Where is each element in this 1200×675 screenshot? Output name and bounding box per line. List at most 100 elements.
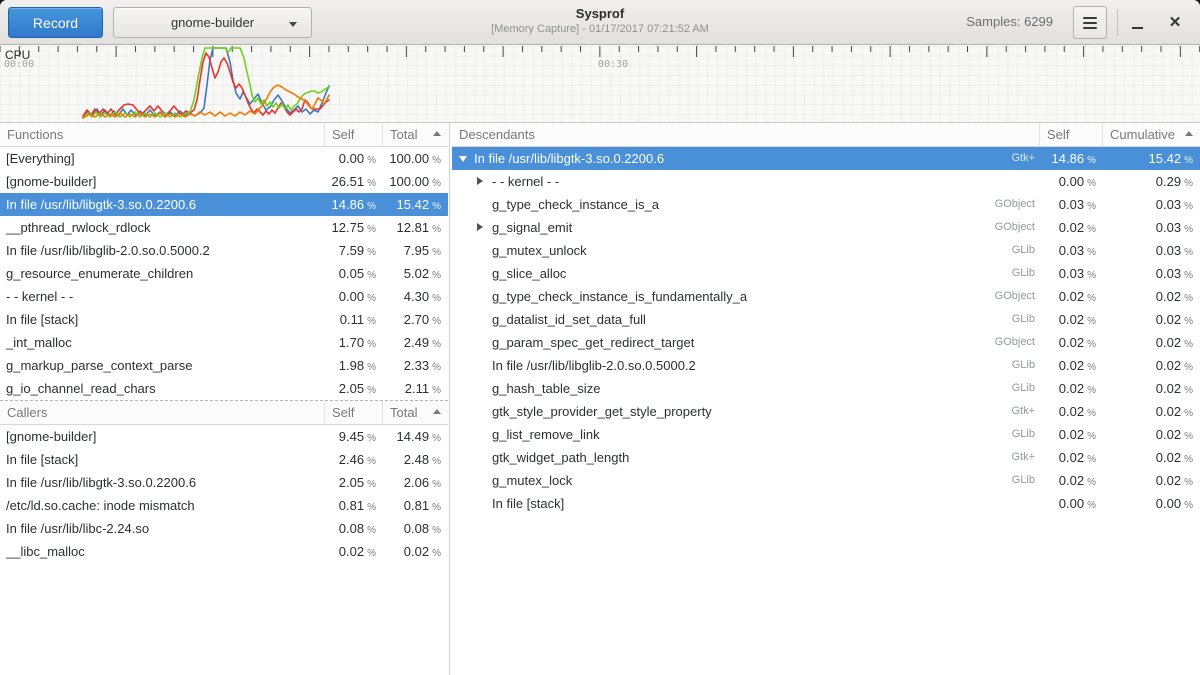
tree-row[interactable]: gtk_style_provider_get_style_propertyGtk…	[452, 400, 1200, 423]
headerbar-separator	[1117, 9, 1118, 36]
table-row[interactable]: g_io_channel_read_chars2.05%2.11%	[0, 377, 448, 400]
function-name: In file /usr/lib/libc-2.24.so	[0, 517, 325, 540]
function-name: In file /usr/lib/libglib-2.0.so.0.5000.2	[0, 239, 325, 262]
table-row[interactable]: g_markup_parse_context_parse1.98%2.33%	[0, 354, 448, 377]
triangle-expanded-icon[interactable]	[459, 156, 467, 162]
descendants-table-header: Descendants Self Cumulative	[452, 123, 1200, 147]
self-column-header[interactable]: Self	[325, 401, 383, 424]
tree-row[interactable]: g_hash_table_sizeGLib0.02%0.02%	[452, 377, 1200, 400]
sort-ascending-icon	[433, 409, 441, 414]
self-percent: 2.05%	[325, 377, 383, 400]
table-row[interactable]: [gnome-builder]26.51%100.00%	[0, 170, 448, 193]
function-name: In file /usr/lib/libgtk-3.so.0.2200.6	[0, 471, 325, 494]
table-row[interactable]: In file /usr/lib/libgtk-3.so.0.2200.62.0…	[0, 471, 448, 494]
close-button[interactable]: ✕	[1158, 6, 1192, 39]
menu-button[interactable]	[1073, 6, 1107, 39]
table-row[interactable]: _int_malloc1.70%2.49%	[0, 331, 448, 354]
self-percent: 0.00%	[325, 147, 383, 170]
tree-row[interactable]: gtk_widget_path_lengthGtk+0.02%0.02%	[452, 446, 1200, 469]
time-label: 00:30	[598, 59, 628, 70]
self-percent: 0.02%	[1040, 423, 1103, 446]
function-name: In file [stack]	[0, 448, 325, 471]
tree-row[interactable]: g_mutex_unlockGLib0.03%0.03%	[452, 239, 1200, 262]
right-pane: Descendants Self Cumulative In file /usr…	[452, 123, 1200, 675]
self-percent: 0.00%	[1040, 492, 1103, 515]
descendant-name: g_type_check_instance_is_fundamentally_a…	[452, 285, 1040, 308]
tree-row[interactable]: g_datalist_id_set_data_fullGLib0.02%0.02…	[452, 308, 1200, 331]
table-row[interactable]: g_resource_enumerate_children0.05%5.02%	[0, 262, 448, 285]
self-percent: 0.05%	[325, 262, 383, 285]
descendant-name: In file /usr/lib/libglib-2.0.so.0.5000.2…	[452, 354, 1040, 377]
descendant-name: gtk_widget_path_lengthGtk+	[452, 446, 1040, 469]
tree-row[interactable]: g_list_remove_linkGLib0.02%0.02%	[452, 423, 1200, 446]
descendants-table: In file /usr/lib/libgtk-3.so.0.2200.6Gtk…	[452, 147, 1200, 515]
table-row[interactable]: [Everything]0.00%100.00%	[0, 147, 448, 170]
total-percent: 0.08%	[383, 517, 448, 540]
self-percent: 0.08%	[325, 517, 383, 540]
total-percent: 0.02%	[383, 540, 448, 563]
table-row[interactable]: __libc_malloc0.02%0.02%	[0, 540, 448, 563]
target-selector-dropdown[interactable]: gnome-builder	[113, 7, 312, 38]
callers-table: [gnome-builder]9.45%14.49%In file [stack…	[0, 425, 448, 563]
cumulative-column-header[interactable]: Cumulative	[1103, 123, 1200, 146]
table-row[interactable]: In file /usr/lib/libgtk-3.so.0.2200.614.…	[0, 193, 448, 216]
cpu-graph[interactable]	[0, 46, 1200, 122]
table-row[interactable]: In file [stack]2.46%2.48%	[0, 448, 448, 471]
table-row[interactable]: /etc/ld.so.cache: inode mismatch0.81%0.8…	[0, 494, 448, 517]
self-percent: 0.11%	[325, 308, 383, 331]
function-name: In file /usr/lib/libgtk-3.so.0.2200.6	[0, 193, 325, 216]
headerbar: Record gnome-builder Sysprof [Memory Cap…	[0, 0, 1200, 45]
cumulative-percent: 0.02%	[1103, 446, 1200, 469]
cumulative-percent: 0.02%	[1103, 331, 1200, 354]
self-percent: 12.75%	[325, 216, 383, 239]
table-row[interactable]: __pthread_rwlock_rdlock12.75%12.81%	[0, 216, 448, 239]
cumulative-percent: 0.02%	[1103, 423, 1200, 446]
callers-column-header[interactable]: Callers	[0, 401, 325, 424]
table-row[interactable]: In file /usr/lib/libc-2.24.so0.08%0.08%	[0, 517, 448, 540]
functions-column-header[interactable]: Functions	[0, 123, 325, 146]
self-percent: 0.03%	[1040, 262, 1103, 285]
minimize-button[interactable]	[1120, 6, 1154, 39]
tree-row[interactable]: In file [stack]0.00%0.00%	[452, 492, 1200, 515]
tree-row[interactable]: In file /usr/lib/libglib-2.0.so.0.5000.2…	[452, 354, 1200, 377]
self-percent: 0.03%	[1040, 239, 1103, 262]
cpu-timeline[interactable]: CPU 00:0000:30	[0, 46, 1200, 123]
tree-row[interactable]: In file /usr/lib/libgtk-3.so.0.2200.6Gtk…	[452, 147, 1200, 170]
function-name: g_resource_enumerate_children	[0, 262, 325, 285]
tree-row[interactable]: g_type_check_instance_is_aGObject0.03%0.…	[452, 193, 1200, 216]
tree-row[interactable]: g_type_check_instance_is_fundamentally_a…	[452, 285, 1200, 308]
tree-row[interactable]: g_param_spec_get_redirect_targetGObject0…	[452, 331, 1200, 354]
total-percent: 100.00%	[383, 147, 448, 170]
self-column-header[interactable]: Self	[1040, 123, 1103, 146]
triangle-collapsed-icon[interactable]	[477, 177, 483, 185]
table-row[interactable]: - - kernel - -0.00%4.30%	[0, 285, 448, 308]
total-percent: 7.95%	[383, 239, 448, 262]
self-percent: 0.02%	[1040, 377, 1103, 400]
self-percent: 2.46%	[325, 448, 383, 471]
table-row[interactable]: In file /usr/lib/libglib-2.0.so.0.5000.2…	[0, 239, 448, 262]
cpu1-red-line	[83, 53, 329, 116]
descendant-name: g_slice_allocGLib	[452, 262, 1040, 285]
descendant-name: In file [stack]	[452, 492, 1040, 515]
tree-row[interactable]: g_slice_allocGLib0.03%0.03%	[452, 262, 1200, 285]
self-column-header[interactable]: Self	[325, 123, 383, 146]
table-row[interactable]: [gnome-builder]9.45%14.49%	[0, 425, 448, 448]
total-column-header[interactable]: Total	[383, 123, 448, 146]
total-percent: 2.11%	[383, 377, 448, 400]
record-button[interactable]: Record	[8, 7, 103, 38]
total-percent: 4.30%	[383, 285, 448, 308]
library-tag: GObject	[995, 216, 1035, 239]
total-column-header[interactable]: Total	[383, 401, 448, 424]
tree-row[interactable]: g_signal_emitGObject0.02%0.03%	[452, 216, 1200, 239]
descendants-column-header[interactable]: Descendants	[452, 123, 1040, 146]
total-percent: 2.33%	[383, 354, 448, 377]
table-row[interactable]: In file [stack]0.11%2.70%	[0, 308, 448, 331]
self-percent: 0.02%	[1040, 354, 1103, 377]
library-tag: Gtk+	[1011, 147, 1035, 170]
descendant-name: g_hash_table_sizeGLib	[452, 377, 1040, 400]
tree-row[interactable]: - - kernel - -0.00%0.29%	[452, 170, 1200, 193]
cumulative-percent: 0.03%	[1103, 262, 1200, 285]
descendant-name: g_type_check_instance_is_aGObject	[452, 193, 1040, 216]
tree-row[interactable]: g_mutex_lockGLib0.02%0.02%	[452, 469, 1200, 492]
triangle-collapsed-icon[interactable]	[477, 223, 483, 231]
